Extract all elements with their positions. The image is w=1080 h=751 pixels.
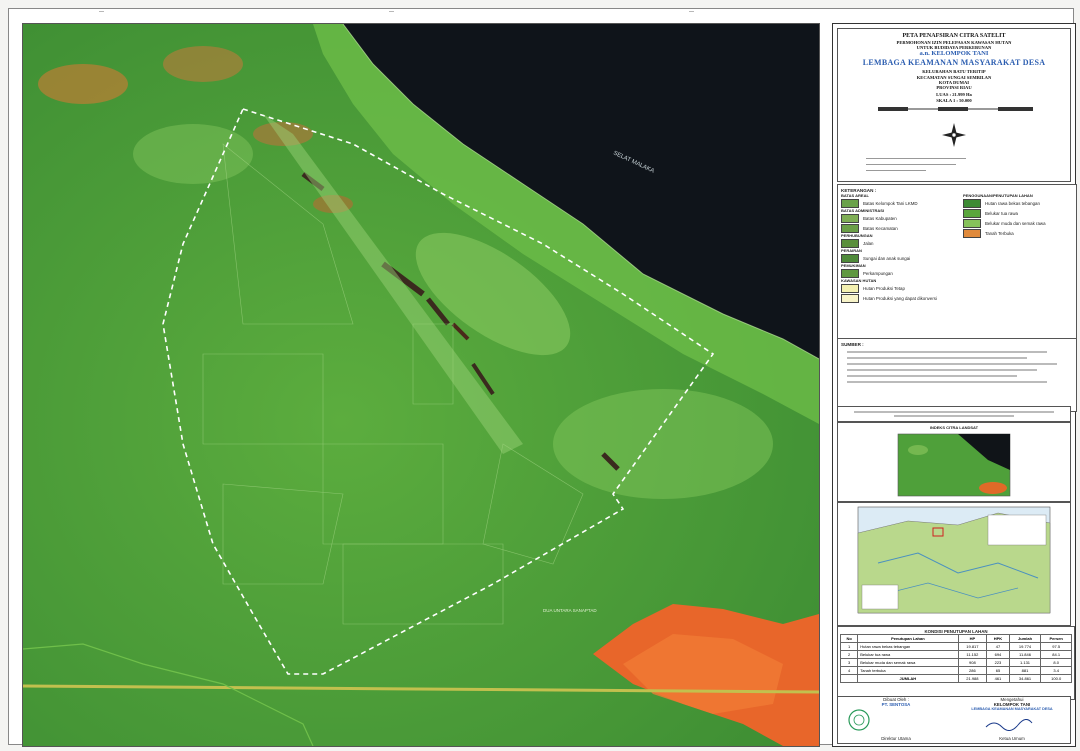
- legend-swatch: [841, 223, 859, 233]
- legend-item: Perkampungan: [841, 268, 959, 278]
- legend-block: KETERANGAN : BATAS AREAL Batas Kelompok …: [837, 184, 1077, 344]
- signature-block: Dibuat Oleh : PT. SENTOSA Direktur Utama…: [837, 696, 1071, 744]
- table-header: No: [839, 634, 859, 643]
- maker-company: PT. SENTOSA: [881, 702, 911, 707]
- legend-swatch: [841, 268, 859, 278]
- light-patch: [553, 389, 773, 499]
- legend-swatch: [963, 198, 981, 208]
- source-block: SUMBER :: [837, 338, 1077, 412]
- legend-swatch: [963, 228, 981, 238]
- title-main: LEMBAGA KEAMANAN MASYARAKAT DESA: [862, 58, 1046, 68]
- scale-bar: [878, 106, 1033, 111]
- legend-swatch: [841, 198, 859, 208]
- maker-signature: Dibuat Oleh : PT. SENTOSA Direktur Utama: [838, 697, 954, 743]
- province-inset-block: [837, 502, 1071, 626]
- legend-item: Belukar muda dan semak rawa: [963, 218, 1071, 228]
- table-row: 1 Hutan rawa bekas tebangan 19.817 47 19.774…: [839, 642, 1072, 651]
- approver-role: Ketua Umum: [999, 736, 1025, 741]
- title-line: a.n. KELOMPOK TANI: [919, 50, 989, 58]
- legend-item: Hutan Produksi Tetap: [841, 283, 959, 293]
- bare-land-patch: [163, 46, 243, 82]
- table-header: HP: [957, 634, 988, 643]
- legend-item: Hutan rawa bekas tebangan: [963, 198, 1071, 208]
- province-inset-map: [857, 506, 1051, 614]
- legend-swatch: [841, 213, 859, 223]
- signature-icon: [985, 719, 1033, 731]
- satellite-image: SELAT MALAKA DUA UNTARA SANAPTAD: [23, 24, 819, 746]
- source-lines: [841, 351, 1073, 383]
- table-total-row: JUMLAH 21.988 461 34.861 100.0: [839, 674, 1072, 683]
- legend-item: Batas Kelompok Tani LKMD: [841, 198, 959, 208]
- source-heading: SUMBER :: [841, 342, 864, 347]
- map-sheet: SELAT MALAKA DUA UNTARA SANAPTAD — — — P…: [8, 8, 1077, 747]
- approver-signature: Mengetahui KELOMPOK TANI LEMBAGA KEAMANA…: [954, 697, 1070, 743]
- table-header: HPK: [986, 634, 1010, 643]
- land-cover-table-block: KONDISI PENUTUPAN LAHAN No Penutupan Lah…: [837, 626, 1075, 700]
- legend-item: Batas Kecamatan: [841, 223, 959, 233]
- legend-item: Sungai dan anak sungai: [841, 253, 959, 263]
- coord-tick: —: [689, 9, 694, 15]
- landsat-index-block: INDEKS CITRA LANDSAT: [837, 422, 1071, 502]
- legend-item: Belukar tua rawa: [963, 208, 1071, 218]
- title-line: PROVINSI RIAU: [936, 85, 972, 91]
- legend-swatch: [841, 283, 859, 293]
- legend-item: Tanah Terbuka: [963, 228, 1071, 238]
- area-label: DUA UNTARA SANAPTAD: [543, 608, 597, 613]
- table-row: 4 Tanah terbuka 286 65 881 3.4: [839, 666, 1072, 675]
- satellite-map[interactable]: SELAT MALAKA DUA UNTARA SANAPTAD: [22, 23, 820, 747]
- coord-tick: —: [389, 9, 394, 15]
- legend-right-column: PENGGUNAAN/PENUTUPAN LAHAN Hutan rawa be…: [963, 193, 1071, 303]
- title-block: PETA PENAFSIRAN CITRA SATELIT PERMOHONAN…: [837, 28, 1071, 182]
- coord-tick: —: [99, 9, 104, 15]
- table-header: Penutupan Lahan: [857, 634, 959, 643]
- legend-swatch: [841, 238, 859, 248]
- land-cover-table: No Penutupan Lahan HP HPK Jumlah Persen …: [839, 634, 1072, 683]
- legend-left-column: BATAS AREAL Batas Kelompok Tani LKMD BAT…: [841, 193, 959, 303]
- company-seal-icon: [848, 709, 870, 731]
- maker-role: Direktur Utama: [881, 736, 911, 741]
- note-block: [837, 406, 1071, 422]
- light-patch: [133, 124, 253, 184]
- bare-land-patch: [38, 64, 128, 104]
- table-row: 2 Belukar tua rawa 11.152 694 11.846 84.1: [839, 650, 1072, 659]
- legend-swatch: [963, 208, 981, 218]
- legend-item: Jalan: [841, 238, 959, 248]
- approver-org: LEMBAGA KEAMANAN MASYARAKAT DESA: [971, 707, 1053, 711]
- title-line: PETA PENAFSIRAN CITRA SATELIT: [902, 33, 1006, 39]
- legend-swatch: [841, 293, 859, 303]
- projection-notes: [838, 155, 1070, 171]
- legend-item: Hutan Produksi yang dapat dikonversi: [841, 293, 959, 303]
- legend-swatch: [841, 253, 859, 263]
- legend-swatch: [963, 218, 981, 228]
- table-row: 3 Belukar muda dan semak rawa 908 223 1.131 8…: [839, 658, 1072, 667]
- table-header: Jumlah: [1008, 634, 1042, 643]
- table-header: Persen: [1040, 634, 1072, 643]
- landsat-inset-map: [897, 433, 1011, 497]
- legend-item: Batas Kabupaten: [841, 213, 959, 223]
- legend-panel: PETA PENAFSIRAN CITRA SATELIT PERMOHONAN…: [832, 23, 1077, 747]
- north-arrow-icon: [942, 122, 966, 147]
